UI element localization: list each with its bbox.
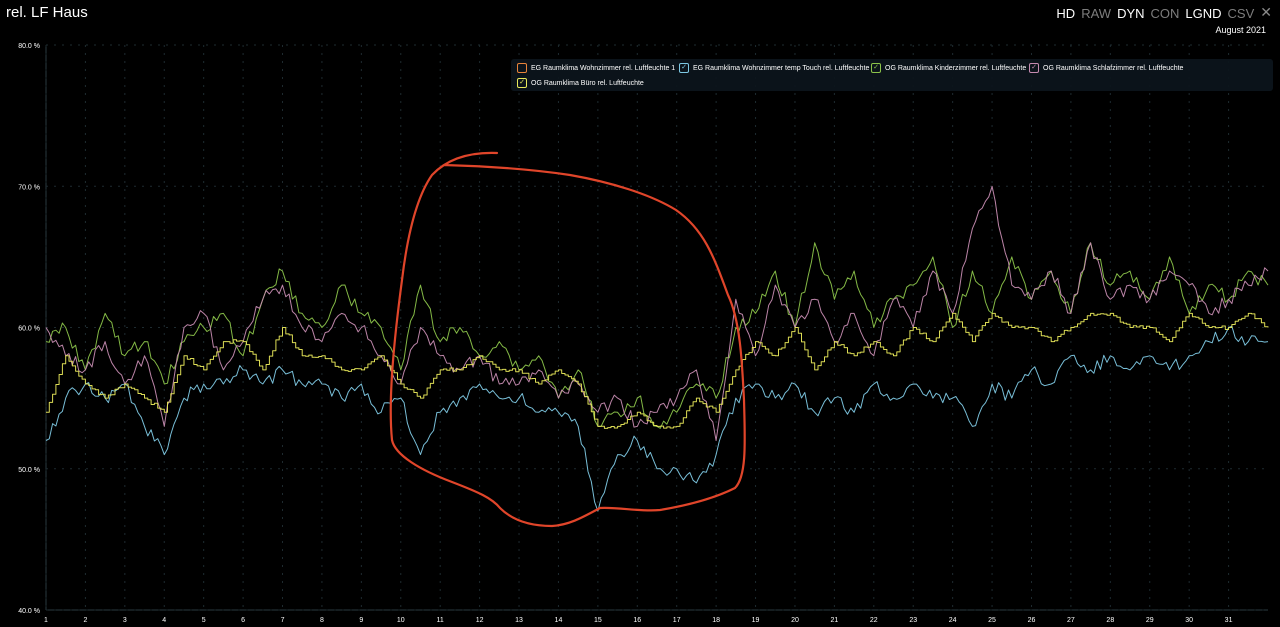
legend-item-series-1[interactable]: EG Raumklima Wohnzimmer rel. Luftfeuchte… — [517, 63, 675, 73]
x-tick-label: 11 — [437, 617, 444, 624]
x-tick-label: 25 — [988, 617, 996, 624]
x-tick-label: 19 — [752, 617, 760, 624]
x-tick-label: 5 — [202, 617, 206, 624]
x-tick-label: 6 — [241, 617, 245, 624]
legend-item-series-4[interactable]: ✓ OG Raumklima Schlafzimmer rel. Luftfeu… — [1029, 63, 1183, 73]
legend-item-series-3[interactable]: ✓ OG Raumklima Kinderzimmer rel. Luftfeu… — [871, 63, 1026, 73]
legend-label: EG Raumklima Wohnzimmer temp Touch rel. … — [693, 64, 870, 72]
checkbox-icon[interactable] — [517, 63, 527, 73]
x-tick-label: 20 — [791, 617, 799, 624]
x-tick-label: 26 — [1028, 617, 1036, 624]
x-tick-label: 18 — [712, 617, 720, 624]
x-tick-label: 27 — [1067, 617, 1075, 624]
series-line — [45, 242, 1269, 429]
x-tick-label: 15 — [594, 617, 602, 624]
x-tick-label: 16 — [633, 617, 641, 624]
x-tick-label: 29 — [1146, 617, 1154, 624]
x-tick-label: 21 — [830, 617, 838, 624]
x-tick-label: 12 — [476, 617, 484, 624]
legend-label: OG Raumklima Schlafzimmer rel. Luftfeuch… — [1043, 64, 1184, 72]
x-tick-label: 4 — [162, 617, 166, 624]
checkbox-icon[interactable]: ✓ — [679, 63, 689, 73]
x-tick-label: 31 — [1225, 617, 1233, 624]
x-tick-label: 14 — [555, 617, 563, 624]
x-tick-label: 8 — [320, 617, 324, 624]
y-tick-label: 70.0 % — [18, 184, 40, 191]
legend-item-series-5[interactable]: ✓ OG Raumklima Büro rel. Luftfeuchte — [517, 78, 644, 88]
chart-area: 40.0 %50.0 %60.0 %70.0 %80.0 % 123456789… — [18, 43, 1269, 624]
y-tick-label: 60.0 % — [18, 326, 40, 333]
x-tick-label: 24 — [949, 617, 957, 624]
y-tick-label: 40.0 % — [18, 608, 40, 615]
series-line — [45, 325, 1269, 512]
x-tick-label: 13 — [515, 617, 523, 624]
annotation-circle — [389, 151, 746, 528]
legend-label: EG Raumklima Wohnzimmer rel. Luftfeuchte… — [531, 64, 676, 72]
chart-legend: EG Raumklima Wohnzimmer rel. Luftfeuchte… — [511, 59, 1273, 91]
x-tick-label: 22 — [870, 617, 878, 624]
legend-item-series-2[interactable]: ✓ EG Raumklima Wohnzimmer temp Touch rel… — [679, 63, 869, 73]
legend-label: OG Raumklima Büro rel. Luftfeuchte — [531, 79, 644, 87]
x-tick-label: 3 — [123, 617, 127, 624]
legend-label: OG Raumklima Kinderzimmer rel. Luftfeuch… — [885, 64, 1027, 72]
series-line — [45, 185, 1269, 441]
y-tick-label: 50.0 % — [18, 467, 40, 474]
y-tick-label: 80.0 % — [18, 43, 40, 50]
x-tick-label: 23 — [909, 617, 917, 624]
checkbox-icon[interactable]: ✓ — [517, 78, 527, 88]
checkbox-icon[interactable]: ✓ — [1029, 63, 1039, 73]
x-tick-label: 10 — [397, 617, 405, 624]
x-tick-label: 28 — [1106, 617, 1114, 624]
checkbox-icon[interactable]: ✓ — [871, 63, 881, 73]
x-tick-label: 1 — [44, 617, 48, 624]
chart-grid — [45, 44, 1268, 611]
x-tick-label: 30 — [1185, 617, 1193, 624]
x-tick-label: 9 — [359, 617, 363, 624]
chart-series — [45, 185, 1269, 512]
x-tick-label: 7 — [281, 617, 285, 624]
x-axis-ticks: 1 2 3 4 5 6 7 8 9 10 11 12 13 14 15 16 17 18 19 20 21 22 23 24 2… — [44, 617, 1233, 624]
x-tick-label: 2 — [83, 617, 87, 624]
y-axis-ticks: 40.0 % 50.0 % 60.0 % 70.0 % 80.0 % — [18, 43, 40, 615]
x-tick-label: 17 — [673, 617, 681, 624]
